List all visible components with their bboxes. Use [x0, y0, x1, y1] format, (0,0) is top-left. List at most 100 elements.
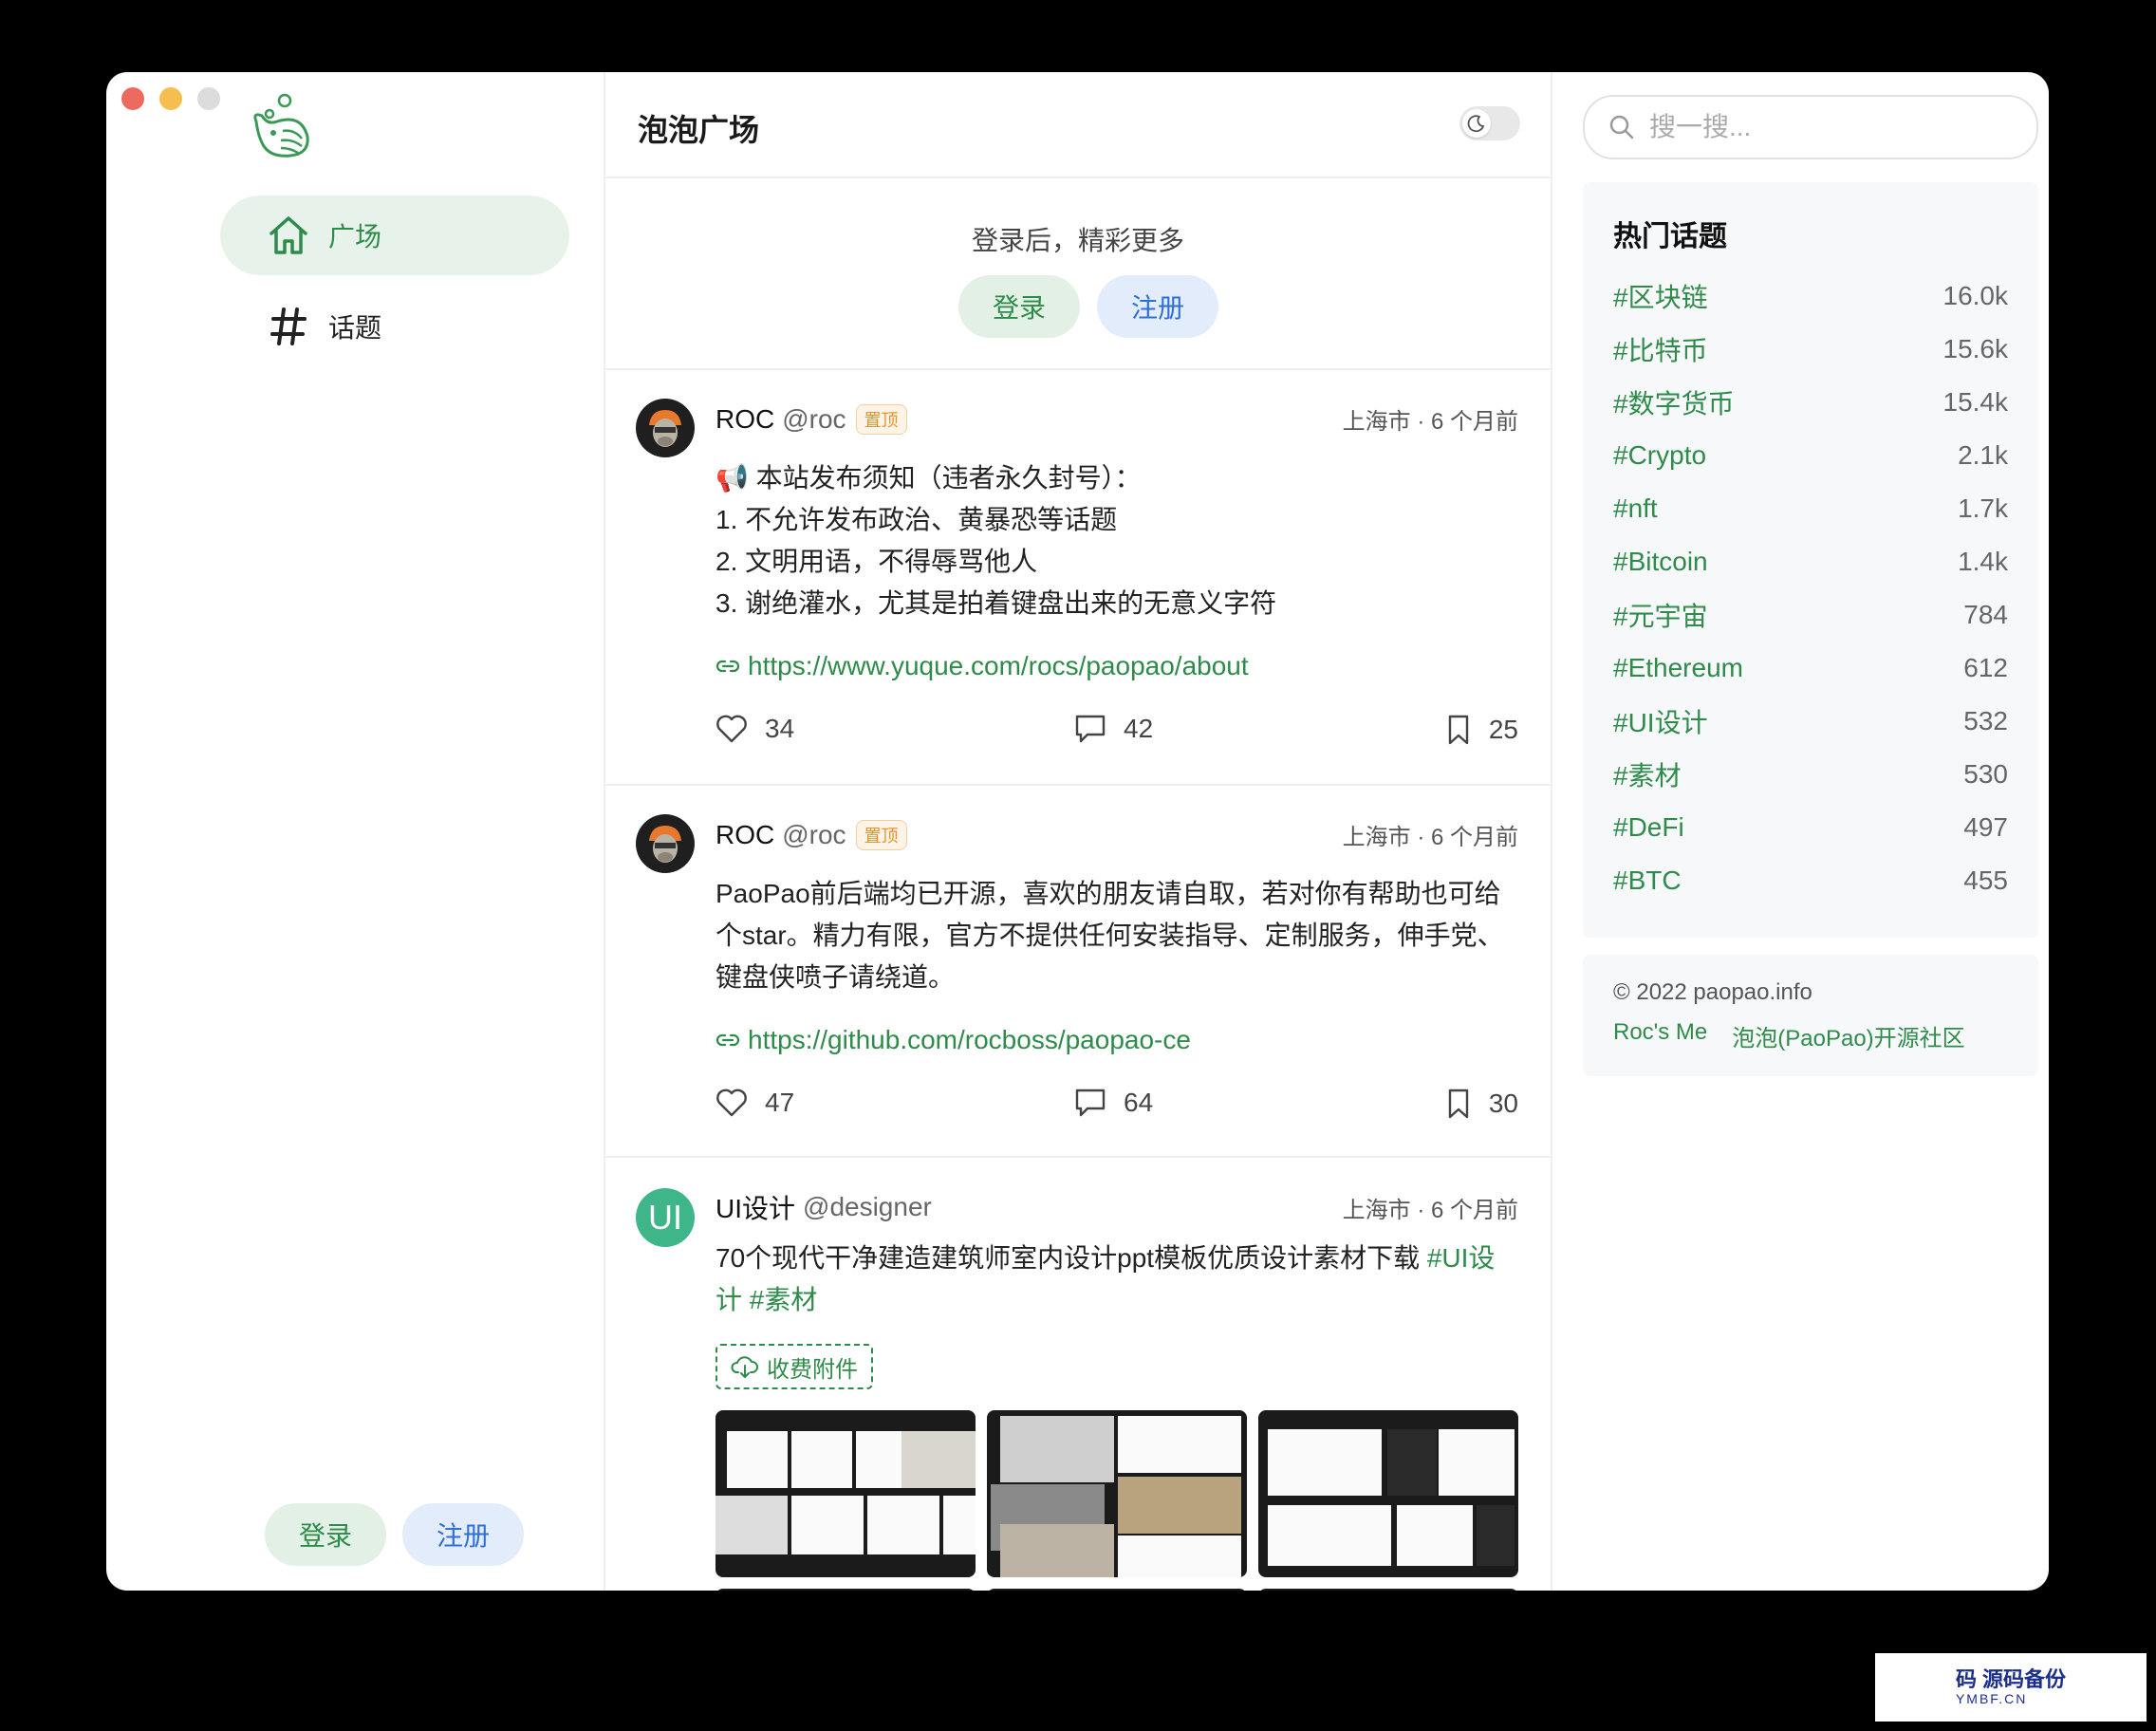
topic-count: 455 — [1963, 866, 2008, 895]
hot-topics-title: 热门话题 — [1613, 221, 1727, 252]
topic-count: 497 — [1963, 812, 2008, 842]
post-content[interactable]: PaoPao前后端均已开源，喜欢的朋友请自取，若对你有帮助也可给 个star。精… — [716, 873, 1518, 998]
zoom-window-button[interactable] — [197, 87, 220, 110]
footer-link[interactable]: Roc's Me — [1613, 1019, 1707, 1052]
hot-topic-row[interactable]: #Bitcoin 1.4k — [1613, 541, 2008, 583]
post-link-text[interactable]: https://github.com/rocboss/paopao-ce — [748, 1025, 1191, 1055]
bookmark-button[interactable]: 25 — [1445, 714, 1518, 746]
image-thumbnail[interactable] — [1258, 1410, 1518, 1577]
post-link-text[interactable]: https://www.yuque.com/rocs/paopao/about — [748, 651, 1249, 681]
comment-icon — [1075, 1089, 1106, 1117]
post-content[interactable]: 📢 本站发布须知（违者永久封号）： 1. 不允许发布政治、黄暴恐等话题 2. 文… — [716, 457, 1518, 624]
hot-topic-row[interactable]: #素材 530 — [1613, 754, 2008, 795]
image-thumbnail[interactable] — [716, 1589, 976, 1591]
topic-name[interactable]: #UI设计 — [1613, 702, 1708, 740]
like-button[interactable]: 34 — [716, 714, 794, 744]
heart-icon — [716, 715, 747, 743]
hot-topic-row[interactable]: #DeFi 497 — [1613, 807, 2008, 848]
hot-topic-row[interactable]: #比特币 15.6k — [1613, 328, 2008, 370]
login-banner: 登录后，精彩更多 登录 注册 — [605, 178, 1551, 370]
post-line: 70个现代干净建造建筑师室内设计ppt模板优质设计素材下载 #UI设 — [716, 1238, 1518, 1279]
post-line: 个star。精力有限，官方不提供任何安装指导、定制服务，伸手党、 — [716, 921, 1504, 950]
topic-name[interactable]: #元宇宙 — [1613, 596, 1708, 634]
hot-topic-row[interactable]: #Crypto 2.1k — [1613, 435, 2008, 476]
bookmark-count: 30 — [1488, 1089, 1518, 1118]
window-controls — [121, 87, 220, 110]
hot-topic-row[interactable]: #UI设计 532 — [1613, 700, 2008, 742]
post-card[interactable]: ROC @roc 置顶 上海市 · 6 个月前 PaoPao前后端均已开源，喜欢… — [605, 786, 1551, 1158]
comment-button[interactable]: 64 — [1074, 1088, 1153, 1118]
right-sidebar: 热门话题 #区块链 16.0k #比特币 15.6k #数字货币 15.4k #Cry… — [1552, 72, 2049, 1591]
image-thumbnail[interactable] — [716, 1410, 976, 1577]
topic-count: 1.7k — [1958, 493, 2008, 523]
comment-icon — [1075, 715, 1106, 743]
link-icon — [716, 654, 740, 679]
sidebar: 广场 话题 登录 注册 — [106, 72, 605, 1591]
copyright-text: © 2022 paopao.info — [1613, 979, 1812, 1005]
post-card[interactable]: ROC @roc 置顶 上海市 · 6 个月前 📢 本站发布须知（违者永久封号）… — [605, 370, 1551, 786]
post-header: ROC @roc 置顶 上海市 · 6 个月前 — [716, 402, 1518, 436]
like-count: 34 — [765, 714, 795, 743]
sidebar-item-plaza[interactable]: 广场 — [220, 195, 569, 275]
post-author-name[interactable]: ROC — [716, 820, 774, 850]
avatar[interactable] — [636, 814, 695, 873]
topic-name[interactable]: #素材 — [1613, 755, 1682, 793]
topic-name[interactable]: #Bitcoin — [1613, 547, 1708, 577]
search-input[interactable] — [1647, 111, 1993, 143]
topic-name[interactable]: #比特币 — [1613, 330, 1708, 368]
topic-name[interactable]: #nft — [1613, 493, 1658, 524]
paid-attachment-button[interactable]: 收费附件 — [716, 1344, 873, 1389]
post-author-handle: @designer — [803, 1192, 932, 1221]
paopao-logo-icon[interactable] — [249, 93, 315, 161]
theme-toggle[interactable] — [1459, 106, 1520, 140]
sidebar-item-topics[interactable]: 话题 — [220, 287, 569, 366]
bookmark-button[interactable]: 30 — [1445, 1088, 1518, 1120]
post-actions: 34 42 25 — [716, 714, 1518, 752]
link-icon — [716, 1028, 740, 1052]
banner-login-button[interactable]: 登录 — [958, 275, 1080, 338]
post-line: 计 #素材 — [716, 1279, 1518, 1321]
topic-tag[interactable]: #UI设 — [1427, 1243, 1496, 1273]
avatar[interactable] — [636, 399, 695, 457]
sidebar-login-button[interactable]: 登录 — [265, 1503, 386, 1566]
post-author-handle: @roc — [782, 819, 846, 849]
close-window-button[interactable] — [121, 87, 144, 110]
post-link[interactable]: https://www.yuque.com/rocs/paopao/about — [716, 651, 1249, 681]
hot-topic-row[interactable]: #BTC 455 — [1613, 860, 2008, 902]
watermark-sub: YMBF.CN — [1955, 1691, 2028, 1706]
image-thumbnail[interactable] — [1258, 1589, 1518, 1591]
minimize-window-button[interactable] — [159, 87, 182, 110]
post-content[interactable]: 70个现代干净建造建筑师室内设计ppt模板优质设计素材下载 #UI设 计 #素材 — [716, 1238, 1518, 1321]
post-card[interactable]: UI UI设计 @designer 上海市 · 6 个月前 70个现代干净建造建… — [605, 1158, 1551, 1591]
post-link[interactable]: https://github.com/rocboss/paopao-ce — [716, 1025, 1191, 1055]
search-box[interactable] — [1583, 95, 2038, 159]
sidebar-register-button[interactable]: 注册 — [402, 1503, 524, 1566]
footer-link[interactable]: 泡泡(PaoPao)开源社区 — [1732, 1019, 1964, 1052]
main-feed: 泡泡广场 登录后，精彩更多 登录 注册 ROC @roc 置顶 上海市 · 6 … — [605, 72, 1552, 1591]
avatar[interactable]: UI — [636, 1188, 695, 1247]
hot-topic-row[interactable]: #数字货币 15.4k — [1613, 382, 2008, 423]
avatar-text: UI — [648, 1198, 682, 1237]
topic-count: 1.4k — [1958, 547, 2008, 576]
comment-button[interactable]: 42 — [1074, 714, 1153, 744]
hot-topic-row[interactable]: #区块链 16.0k — [1613, 275, 2008, 317]
post-author-name[interactable]: ROC — [716, 404, 774, 435]
topic-name[interactable]: #数字货币 — [1613, 383, 1735, 421]
topic-tag[interactable]: #素材 — [750, 1285, 818, 1314]
bookmark-icon — [1448, 1089, 1469, 1119]
hot-topic-row[interactable]: #nft 1.7k — [1613, 488, 2008, 530]
sidebar-item-label: 话题 — [328, 313, 382, 343]
topic-name[interactable]: #Crypto — [1613, 440, 1706, 471]
topic-name[interactable]: #BTC — [1613, 866, 1682, 896]
topic-tag[interactable]: 计 — [716, 1285, 742, 1314]
image-thumbnail[interactable] — [987, 1589, 1247, 1591]
like-button[interactable]: 47 — [716, 1088, 794, 1118]
topic-name[interactable]: #DeFi — [1613, 812, 1684, 843]
topic-name[interactable]: #Ethereum — [1613, 653, 1743, 683]
hot-topic-row[interactable]: #Ethereum 612 — [1613, 647, 2008, 689]
topic-name[interactable]: #区块链 — [1613, 277, 1708, 315]
post-author-name[interactable]: UI设计 — [716, 1188, 795, 1226]
hot-topic-row[interactable]: #元宇宙 784 — [1613, 594, 2008, 636]
image-thumbnail[interactable] — [987, 1410, 1247, 1577]
banner-register-button[interactable]: 注册 — [1097, 275, 1218, 338]
